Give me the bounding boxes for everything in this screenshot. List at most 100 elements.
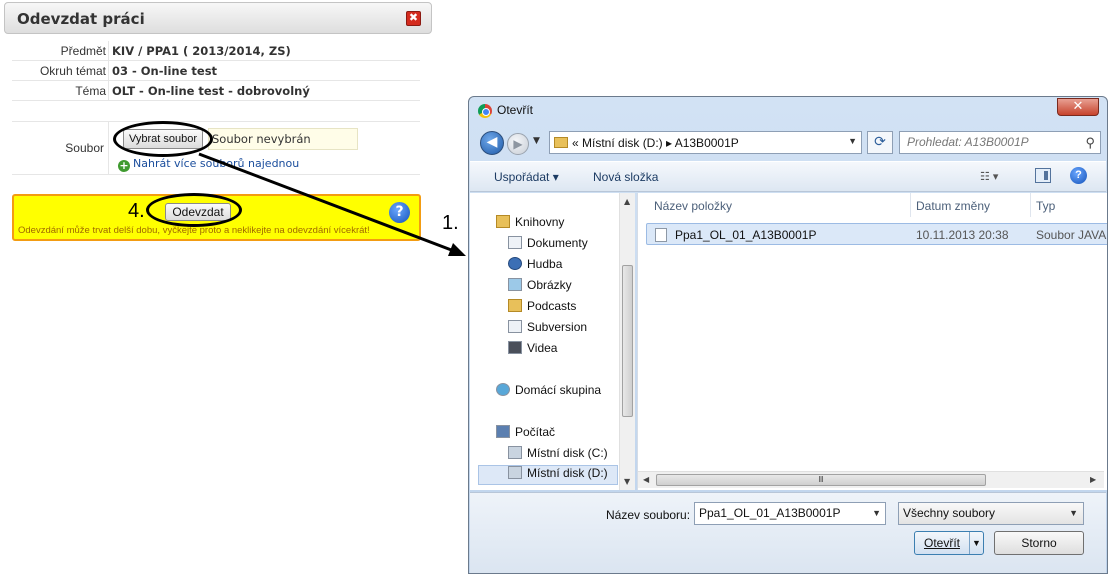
documents-icon	[508, 320, 522, 333]
column-header-type[interactable]: Typ	[1036, 199, 1055, 213]
file-date: 10.11.2013 20:38	[916, 228, 1009, 242]
file-list: Název položky Datum změny Typ Ppa1_OL_01…	[637, 193, 1107, 490]
divider	[108, 61, 109, 80]
table-row: Okruh témat 03 - On-line test	[12, 61, 420, 81]
plus-icon: +	[118, 159, 130, 172]
homegroup-icon	[496, 383, 510, 396]
open-button-label: Otevřít	[923, 536, 960, 550]
nav-item-drive-d[interactable]: Místní disk (D:)	[478, 465, 618, 485]
upload-multiple-link[interactable]: + Nahrát více souborů najednou	[118, 157, 299, 172]
nav-item-drive-c[interactable]: Místní disk (C:)	[508, 446, 608, 466]
annotation-step-4: 4.	[128, 200, 145, 222]
search-placeholder: Prohledat: A13B0001P	[907, 135, 1029, 149]
divider	[108, 122, 109, 174]
computer-icon	[496, 425, 510, 438]
nav-item-subversion[interactable]: Subversion	[508, 320, 587, 340]
column-header-name[interactable]: Název položky	[654, 199, 732, 213]
nav-item-label: Videa	[527, 341, 558, 355]
annotation-ellipse-choose	[113, 121, 213, 157]
open-button[interactable]: Otevřít ▼	[914, 531, 984, 555]
search-input[interactable]: Prohledat: A13B0001P ⚲	[899, 131, 1101, 154]
file-type-select[interactable]: Všechny soubory ▼	[898, 502, 1084, 525]
file-label: Soubor	[65, 141, 104, 155]
nav-item-label: Knihovny	[515, 215, 565, 229]
documents-icon	[508, 236, 522, 249]
search-icon: ⚲	[1085, 135, 1095, 150]
organize-button[interactable]: Uspořádat ▾	[494, 170, 559, 184]
filename-label: Název souboru:	[606, 508, 691, 522]
scroll-thumb[interactable]	[622, 265, 633, 417]
chevron-down-icon[interactable]: ▼	[872, 503, 881, 524]
submit-note: Odevzdání může trvat delší dobu, vyčkejt…	[18, 225, 370, 236]
page-title: Odevzdat práci	[17, 10, 145, 28]
libraries-icon	[496, 215, 510, 228]
nav-item-pictures[interactable]: Obrázky	[508, 278, 572, 298]
videos-icon	[508, 341, 522, 354]
filename-input[interactable]: Ppa1_OL_01_A13B0001P ▼	[694, 502, 886, 525]
scroll-right-icon[interactable]: ▶	[1090, 475, 1096, 484]
drive-icon	[508, 446, 522, 459]
column-separator[interactable]	[910, 193, 911, 217]
file-type: Soubor JAVA	[1036, 228, 1107, 242]
navigation-scrollbar[interactable]: ▲ ▼	[619, 193, 635, 490]
column-header-date[interactable]: Datum změny	[916, 199, 990, 213]
cancel-button[interactable]: Storno	[994, 531, 1084, 555]
chevron-down-icon[interactable]: ▼	[1069, 503, 1078, 524]
view-options-icon[interactable]: ☷ ▾	[980, 170, 998, 183]
nav-item-label: Podcasts	[527, 299, 577, 313]
no-file-text: Soubor nevybrán	[208, 128, 358, 150]
row-label: Téma	[75, 84, 106, 98]
upload-multiple-label: Nahrát více souborů najednou	[133, 157, 300, 170]
annotation-step-1: 1.	[442, 212, 459, 234]
column-separator[interactable]	[1030, 193, 1031, 217]
close-icon[interactable]: ✕	[1057, 98, 1099, 116]
drive-icon	[508, 466, 522, 479]
row-value: KIV / PPA1 ( 2013/2014, ZS)	[112, 44, 291, 58]
nav-item-label: Obrázky	[527, 278, 572, 292]
toolbar: Uspořádat ▾ Nová složka ☷ ▾ ?	[470, 161, 1106, 192]
file-type-value: Všechny soubory	[903, 506, 996, 520]
back-button[interactable]: ◀	[480, 131, 504, 155]
nav-item-podcasts[interactable]: Podcasts	[508, 299, 576, 319]
nav-item-label: Dokumenty	[527, 236, 588, 250]
filename-value: Ppa1_OL_01_A13B0001P	[699, 506, 841, 520]
divider	[108, 41, 109, 60]
new-folder-button[interactable]: Nová složka	[593, 170, 658, 184]
divider	[108, 81, 109, 100]
row-value: 03 - On-line test	[112, 64, 218, 78]
horizontal-scrollbar[interactable]: ◀ Ⅲ ▶	[638, 471, 1104, 488]
nav-item-libraries[interactable]: Knihovny	[496, 215, 564, 235]
nav-item-documents[interactable]: Dokumenty	[508, 236, 588, 256]
dialog-header: Odevzdat práci ✖	[4, 2, 432, 34]
nav-item-label: Domácí skupina	[515, 383, 602, 397]
nav-item-videos[interactable]: Videa	[508, 341, 557, 361]
preview-pane-icon[interactable]	[1035, 168, 1051, 183]
nav-item-homegroup[interactable]: Domácí skupina	[496, 383, 601, 403]
nav-item-music[interactable]: Hudba	[508, 257, 562, 277]
refresh-button[interactable]: ⟳	[867, 131, 893, 154]
address-bar[interactable]: « Místní disk (D:) ▸ A13B0001P ▼	[549, 131, 862, 154]
scroll-up-icon[interactable]: ▲	[624, 197, 630, 206]
nav-item-label: Subversion	[527, 320, 588, 334]
file-row[interactable]: Ppa1_OL_01_A13B0001P 10.11.2013 20:38 So…	[646, 223, 1107, 245]
annotation-ellipse-submit	[146, 193, 242, 227]
scroll-down-icon[interactable]: ▼	[624, 477, 630, 486]
folder-icon	[508, 299, 522, 312]
nav-item-computer[interactable]: Počítač	[496, 425, 555, 445]
file-icon	[655, 228, 667, 242]
file-name: Ppa1_OL_01_A13B0001P	[675, 228, 817, 242]
forward-button[interactable]: ▶	[507, 133, 529, 155]
chevron-down-icon[interactable]: ▼	[969, 532, 983, 554]
folder-icon	[554, 137, 568, 148]
row-value: OLT - On-line test - dobrovolný	[112, 84, 310, 98]
help-icon[interactable]: ?	[1070, 167, 1087, 184]
help-icon[interactable]: ?	[389, 202, 410, 223]
info-table: Předmět KIV / PPA1 ( 2013/2014, ZS) Okru…	[12, 41, 420, 101]
scroll-thumb[interactable]: Ⅲ	[656, 474, 986, 486]
chevron-down-icon[interactable]: ▼	[848, 136, 857, 146]
close-icon[interactable]: ✖	[406, 11, 421, 26]
recent-locations-dropdown[interactable]: ▼	[533, 136, 540, 146]
scroll-left-icon[interactable]: ◀	[643, 475, 649, 484]
dialog-footer: Název souboru: Ppa1_OL_01_A13B0001P ▼ Vš…	[470, 492, 1106, 573]
nav-item-label: Počítač	[515, 425, 556, 439]
